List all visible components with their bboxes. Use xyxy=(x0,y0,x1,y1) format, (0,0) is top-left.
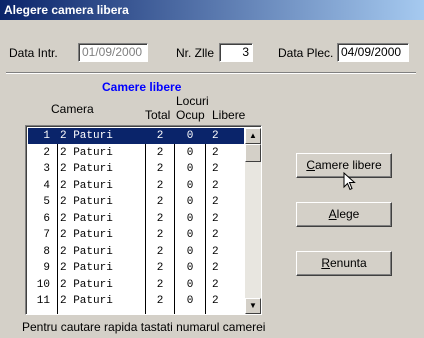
occupied-beds: 0 xyxy=(186,212,194,225)
window-titlebar[interactable]: Alegere camera libera xyxy=(0,0,424,20)
occupied-beds: 0 xyxy=(186,146,194,159)
total-beds: 2 xyxy=(156,196,164,208)
room-number: 5 xyxy=(43,196,50,208)
table-row[interactable]: 4 2 Paturi 2 0 2 xyxy=(28,178,244,194)
occupied-beds: 0 xyxy=(186,163,194,175)
table-row[interactable]: 8 2 Paturi 2 0 2 xyxy=(28,244,244,260)
total-beds: 2 xyxy=(156,262,164,274)
room-type: 2 Paturi xyxy=(60,196,113,208)
renunta-button[interactable]: Renunta xyxy=(296,251,392,276)
header-camera: Camera xyxy=(51,102,94,116)
room-type: 2 Paturi xyxy=(60,229,113,241)
total-beds: 2 xyxy=(156,212,164,225)
total-beds: 2 xyxy=(156,163,164,175)
room-number: 11 xyxy=(36,295,50,307)
table-row[interactable]: 3 2 Paturi 2 0 2 xyxy=(28,161,244,177)
total-beds: 2 xyxy=(156,295,164,307)
room-type: 2 Paturi xyxy=(60,212,113,225)
free-beds: 2 xyxy=(212,146,219,159)
room-type: 2 Paturi xyxy=(60,146,113,159)
occupied-beds: 0 xyxy=(186,229,194,241)
alege-mnemonic: A xyxy=(328,207,337,221)
table-row[interactable]: 7 2 Paturi 2 0 2 xyxy=(28,227,244,243)
occupied-beds: 0 xyxy=(186,262,194,274)
free-beds: 2 xyxy=(212,130,219,142)
camere-libere-mnemonic: C xyxy=(306,158,315,172)
room-type: 2 Paturi xyxy=(60,130,113,142)
free-beds: 2 xyxy=(212,229,219,241)
room-type: 2 Paturi xyxy=(60,278,113,291)
room-number: 8 xyxy=(43,245,50,258)
room-type: 2 Paturi xyxy=(60,179,113,192)
header-libere: Libere xyxy=(212,108,246,122)
table-row[interactable]: 1 2 Paturi 2 0 2 xyxy=(28,128,244,144)
header-total: Total xyxy=(145,108,171,122)
data-plec-field[interactable]: 04/09/2000 xyxy=(337,43,409,62)
room-number: 9 xyxy=(43,262,50,274)
free-beds: 2 xyxy=(212,179,219,192)
room-number: 4 xyxy=(43,179,50,192)
mouse-pointer-icon xyxy=(343,172,356,191)
table-row[interactable]: 2 2 Paturi 2 0 2 xyxy=(28,145,244,161)
status-hint: Pentru cautare rapida tastati numarul ca… xyxy=(22,320,266,334)
scroll-thumb[interactable] xyxy=(245,144,261,162)
table-row[interactable]: 11 2 Paturi 2 0 2 xyxy=(28,293,244,309)
window-title: Alegere camera libera xyxy=(4,3,129,17)
room-number: 3 xyxy=(43,163,50,175)
free-beds: 2 xyxy=(212,295,219,307)
occupied-beds: 0 xyxy=(186,278,194,291)
occupied-beds: 0 xyxy=(186,245,194,258)
occupied-beds: 0 xyxy=(186,179,194,192)
alege-label: lege xyxy=(336,207,360,221)
occupied-beds: 0 xyxy=(186,196,194,208)
free-beds: 2 xyxy=(212,262,219,274)
room-type: 2 Paturi xyxy=(60,262,113,274)
total-beds: 2 xyxy=(156,179,164,192)
arrow-up-icon[interactable]: ▲ xyxy=(245,128,261,144)
header-locuri: Locuri xyxy=(176,94,209,108)
alege-button[interactable]: Alege xyxy=(296,202,392,227)
header-ocup: Ocup xyxy=(176,108,205,122)
room-type: 2 Paturi xyxy=(60,295,113,307)
occupied-beds: 0 xyxy=(186,130,194,142)
table-row[interactable]: 10 2 Paturi 2 0 2 xyxy=(28,277,244,293)
room-number: 10 xyxy=(36,278,50,291)
room-number: 1 xyxy=(43,130,50,142)
total-beds: 2 xyxy=(156,229,164,241)
nr-zile-label: Nr. Zlle xyxy=(176,46,215,60)
vertical-scrollbar[interactable]: ▲ ▼ xyxy=(245,128,261,314)
free-beds: 2 xyxy=(212,212,219,225)
table-title: Camere libere xyxy=(102,80,182,94)
table-row[interactable]: 9 2 Paturi 2 0 2 xyxy=(28,260,244,276)
data-plec-label: Data Plec. xyxy=(278,46,334,60)
free-beds: 2 xyxy=(212,163,219,175)
total-beds: 2 xyxy=(156,278,164,291)
room-number: 2 xyxy=(43,146,50,159)
renunta-mnemonic: R xyxy=(321,256,330,270)
separator xyxy=(6,72,416,74)
data-intr-field[interactable]: 01/09/2000 xyxy=(78,43,148,62)
total-beds: 2 xyxy=(156,130,164,142)
table-row[interactable]: 5 2 Paturi 2 0 2 xyxy=(28,194,244,210)
free-beds: 2 xyxy=(212,278,219,291)
arrow-down-icon[interactable]: ▼ xyxy=(245,298,261,314)
total-beds: 2 xyxy=(156,245,164,258)
room-type: 2 Paturi xyxy=(60,163,113,175)
rooms-grid[interactable]: 1 2 Paturi 2 0 2 2 2 Paturi 2 0 2 3 2 Paturi 2 0 2 4 2 P… xyxy=(25,125,262,315)
data-intr-label: Data Intr. xyxy=(9,46,58,60)
room-number: 6 xyxy=(43,212,50,225)
nr-zile-field[interactable]: 3 xyxy=(219,43,253,62)
renunta-label: enunta xyxy=(329,256,367,270)
occupied-beds: 0 xyxy=(186,295,194,307)
total-beds: 2 xyxy=(156,146,164,159)
room-type: 2 Paturi xyxy=(60,245,113,258)
table-row[interactable]: 6 2 Paturi 2 0 2 xyxy=(28,211,244,227)
free-beds: 2 xyxy=(212,196,219,208)
room-number: 7 xyxy=(43,229,50,241)
camere-libere-label: amere libere xyxy=(314,158,382,172)
free-beds: 2 xyxy=(212,245,219,258)
